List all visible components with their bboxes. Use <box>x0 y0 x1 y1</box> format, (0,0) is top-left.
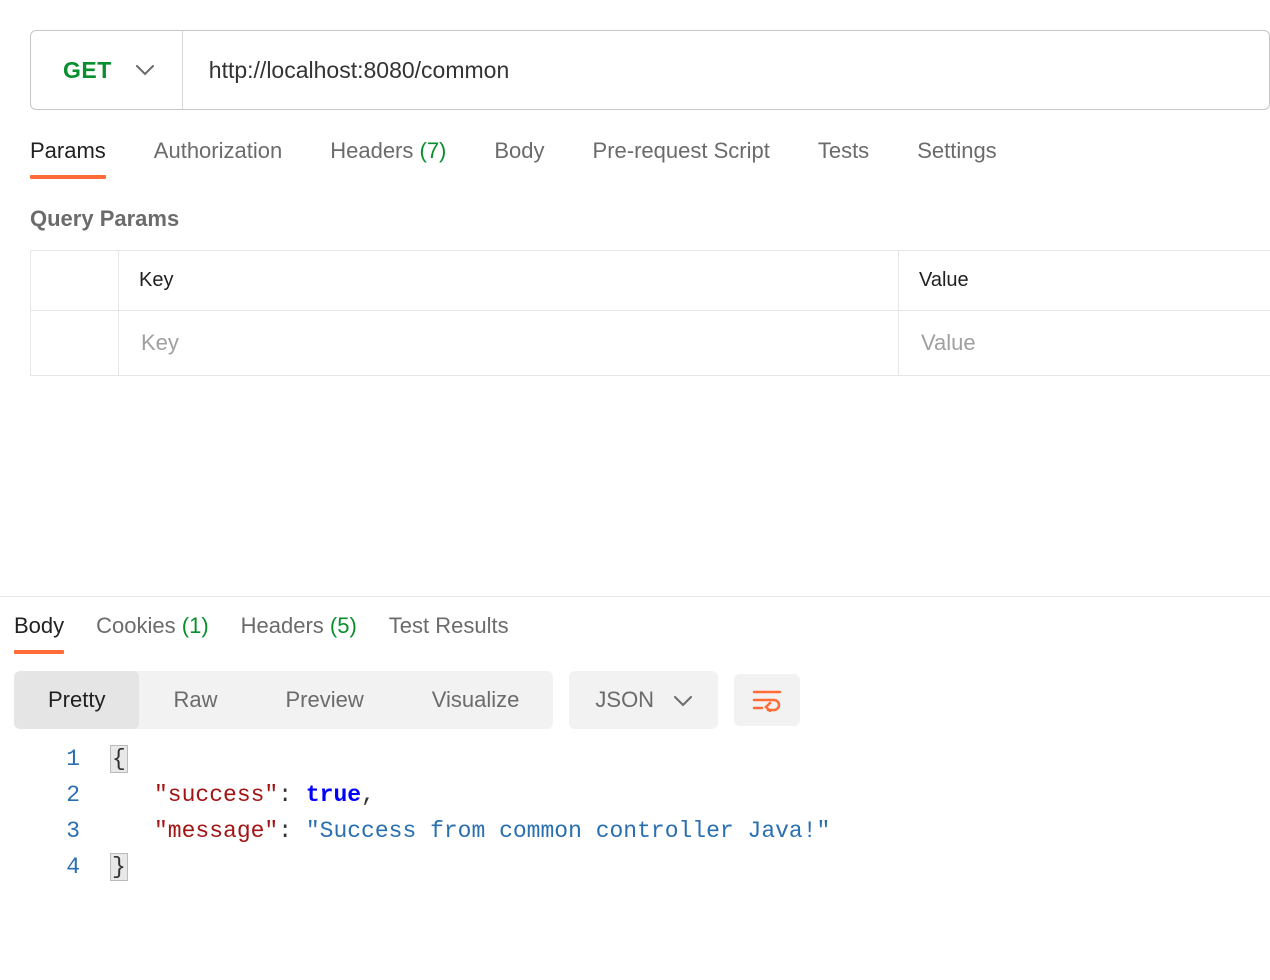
wrap-lines-button[interactable] <box>734 674 800 726</box>
params-handle-header <box>31 251 119 310</box>
params-value-header: Value <box>899 251 1270 310</box>
tab-tests[interactable]: Tests <box>818 138 869 178</box>
code: "message": "Success from common controll… <box>110 813 830 849</box>
body-format-select[interactable]: JSON <box>569 671 718 729</box>
line-number: 4 <box>14 849 110 885</box>
response-tab-headers[interactable]: Headers (5) <box>241 613 357 653</box>
code: { <box>110 741 128 777</box>
response-tab-test-results[interactable]: Test Results <box>389 613 509 653</box>
http-method-select[interactable]: GET <box>31 31 183 109</box>
json-line: 3"message": "Success from common control… <box>14 813 1270 849</box>
tab-headers[interactable]: Headers (7) <box>330 138 446 178</box>
tab-count: (7) <box>413 138 446 163</box>
response-body-viewer: 1{2"success": true,3"message": "Success … <box>14 741 1270 885</box>
wrap-icon <box>752 688 782 712</box>
json-line: 2"success": true, <box>14 777 1270 813</box>
http-method-label: GET <box>63 57 112 84</box>
params-table: Key Value <box>30 250 1270 376</box>
request-bar: GET <box>30 30 1270 110</box>
view-mode-visualize[interactable]: Visualize <box>398 671 554 729</box>
code: } <box>110 849 128 885</box>
tab-count: (5) <box>324 613 357 638</box>
chevron-down-icon <box>136 65 154 76</box>
line-number: 1 <box>14 741 110 777</box>
body-format-label: JSON <box>595 687 654 713</box>
tab-body[interactable]: Body <box>494 138 544 178</box>
response-controls: PrettyRawPreviewVisualize JSON <box>14 671 1270 729</box>
query-params-heading: Query Params <box>30 206 1270 232</box>
response-tabs: Body Cookies (1) Headers (5) Test Results <box>14 607 1270 653</box>
response-section: Body Cookies (1) Headers (5) Test Results P… <box>0 596 1270 885</box>
line-number: 2 <box>14 777 110 813</box>
json-line: 1{ <box>14 741 1270 777</box>
param-key-input[interactable] <box>139 329 878 357</box>
response-tab-cookies[interactable]: Cookies (1) <box>96 613 208 653</box>
tab-pre-request-script[interactable]: Pre-request Script <box>593 138 770 178</box>
body-view-mode-group: PrettyRawPreviewVisualize <box>14 671 553 729</box>
view-mode-preview[interactable]: Preview <box>251 671 397 729</box>
view-mode-pretty[interactable]: Pretty <box>14 671 139 729</box>
response-tab-body[interactable]: Body <box>14 613 64 653</box>
tab-count: (1) <box>176 613 209 638</box>
tab-params[interactable]: Params <box>30 138 106 178</box>
view-mode-raw[interactable]: Raw <box>139 671 251 729</box>
tab-authorization[interactable]: Authorization <box>154 138 282 178</box>
json-line: 4} <box>14 849 1270 885</box>
chevron-down-icon <box>674 687 692 713</box>
param-value-input[interactable] <box>919 329 1250 357</box>
request-tabs: Params Authorization Headers (7) Body Pre-re… <box>30 138 1270 178</box>
tab-settings[interactable]: Settings <box>917 138 997 178</box>
code: "success": true, <box>110 777 375 813</box>
line-number: 3 <box>14 813 110 849</box>
request-url-input[interactable] <box>183 31 1269 109</box>
params-row-handle[interactable] <box>31 310 119 375</box>
params-key-header: Key <box>119 251 899 310</box>
